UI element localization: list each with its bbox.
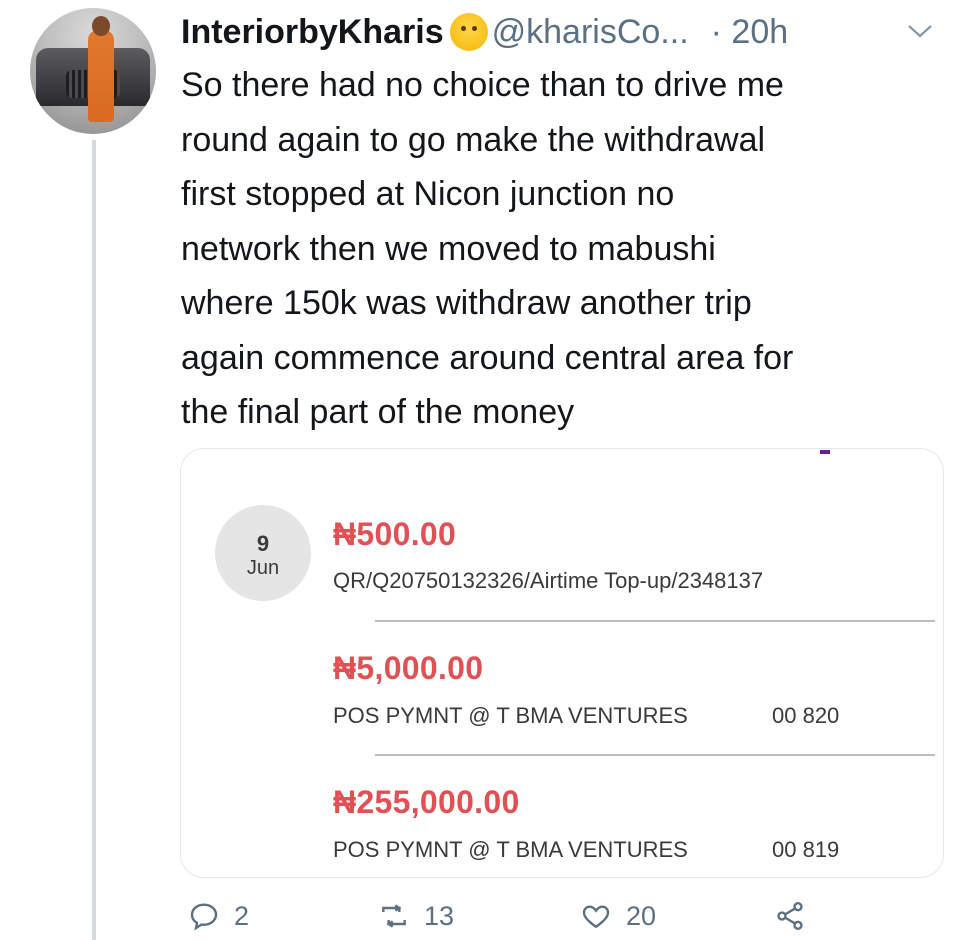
- avatar-person: [88, 30, 114, 122]
- transaction-ref: 00 819: [772, 837, 840, 862]
- retweet-count: 13: [424, 900, 455, 931]
- user-handle[interactable]: @kharisCo...: [492, 13, 689, 52]
- transaction-description: QR/Q20750132326/Airtime Top-up/2348137: [333, 568, 764, 593]
- purple-dash-mark: [820, 450, 830, 454]
- retweet-icon: [382, 904, 406, 928]
- tweet-actions: 2 13 20: [0, 900, 972, 940]
- tweet-timestamp[interactable]: · 20h: [711, 13, 789, 52]
- tweet-text: So there had no choice than to drive me …: [181, 66, 794, 431]
- heart-icon: [582, 905, 610, 929]
- attached-image-card[interactable]: [180, 448, 944, 878]
- transaction-amount: ₦255,000.00: [333, 784, 520, 820]
- reply-icon: [190, 903, 218, 931]
- retweet-button[interactable]: 13: [378, 900, 454, 932]
- share-button[interactable]: [774, 900, 820, 932]
- chevron-down-icon[interactable]: [907, 18, 933, 46]
- avatar-head: [92, 16, 110, 36]
- divider: [375, 754, 935, 756]
- transaction-amount: ₦5,000.00: [333, 650, 484, 686]
- transaction-description: POS PYMNT @ T BMA VENTURES: [333, 703, 688, 728]
- date-badge: 9 Jun: [215, 505, 311, 601]
- hugging-face-emoji-icon: [449, 13, 488, 51]
- like-count: 20: [626, 900, 657, 931]
- date-month: Jun: [246, 557, 280, 579]
- tweet-header: InteriorbyKharis @kharisCo... · 20h: [181, 10, 788, 54]
- avatar[interactable]: [30, 8, 156, 134]
- reply-count: 2: [234, 900, 250, 931]
- thread-line: [92, 140, 96, 940]
- date-day: 9: [256, 531, 270, 556]
- reply-button[interactable]: 2: [188, 900, 249, 932]
- share-icon: [777, 902, 803, 930]
- divider: [375, 620, 935, 622]
- transaction-ref: 00 820: [772, 703, 840, 728]
- transaction-amount: ₦500.00: [333, 516, 457, 552]
- like-button[interactable]: 20: [580, 900, 656, 932]
- display-name[interactable]: InteriorbyKharis: [181, 13, 444, 52]
- transaction-description: POS PYMNT @ T BMA VENTURES: [333, 837, 688, 862]
